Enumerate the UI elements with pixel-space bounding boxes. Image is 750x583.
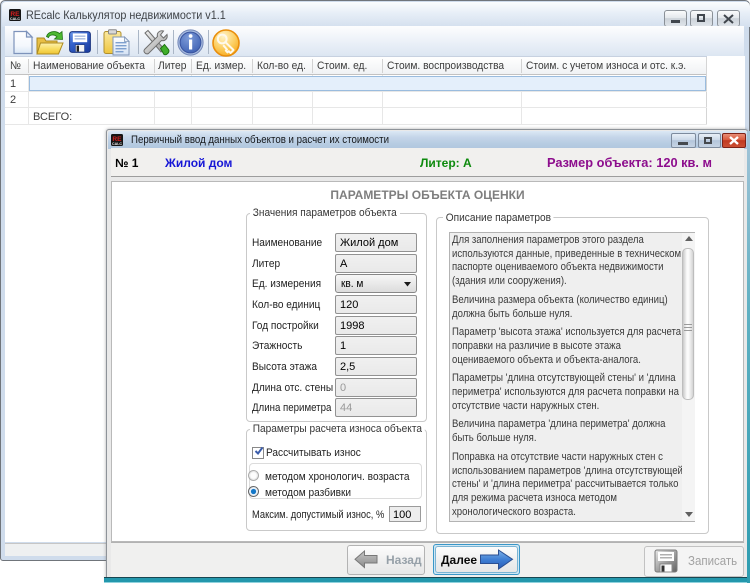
svg-text:CALC: CALC xyxy=(10,17,20,21)
svg-text:CALC: CALC xyxy=(112,142,122,146)
